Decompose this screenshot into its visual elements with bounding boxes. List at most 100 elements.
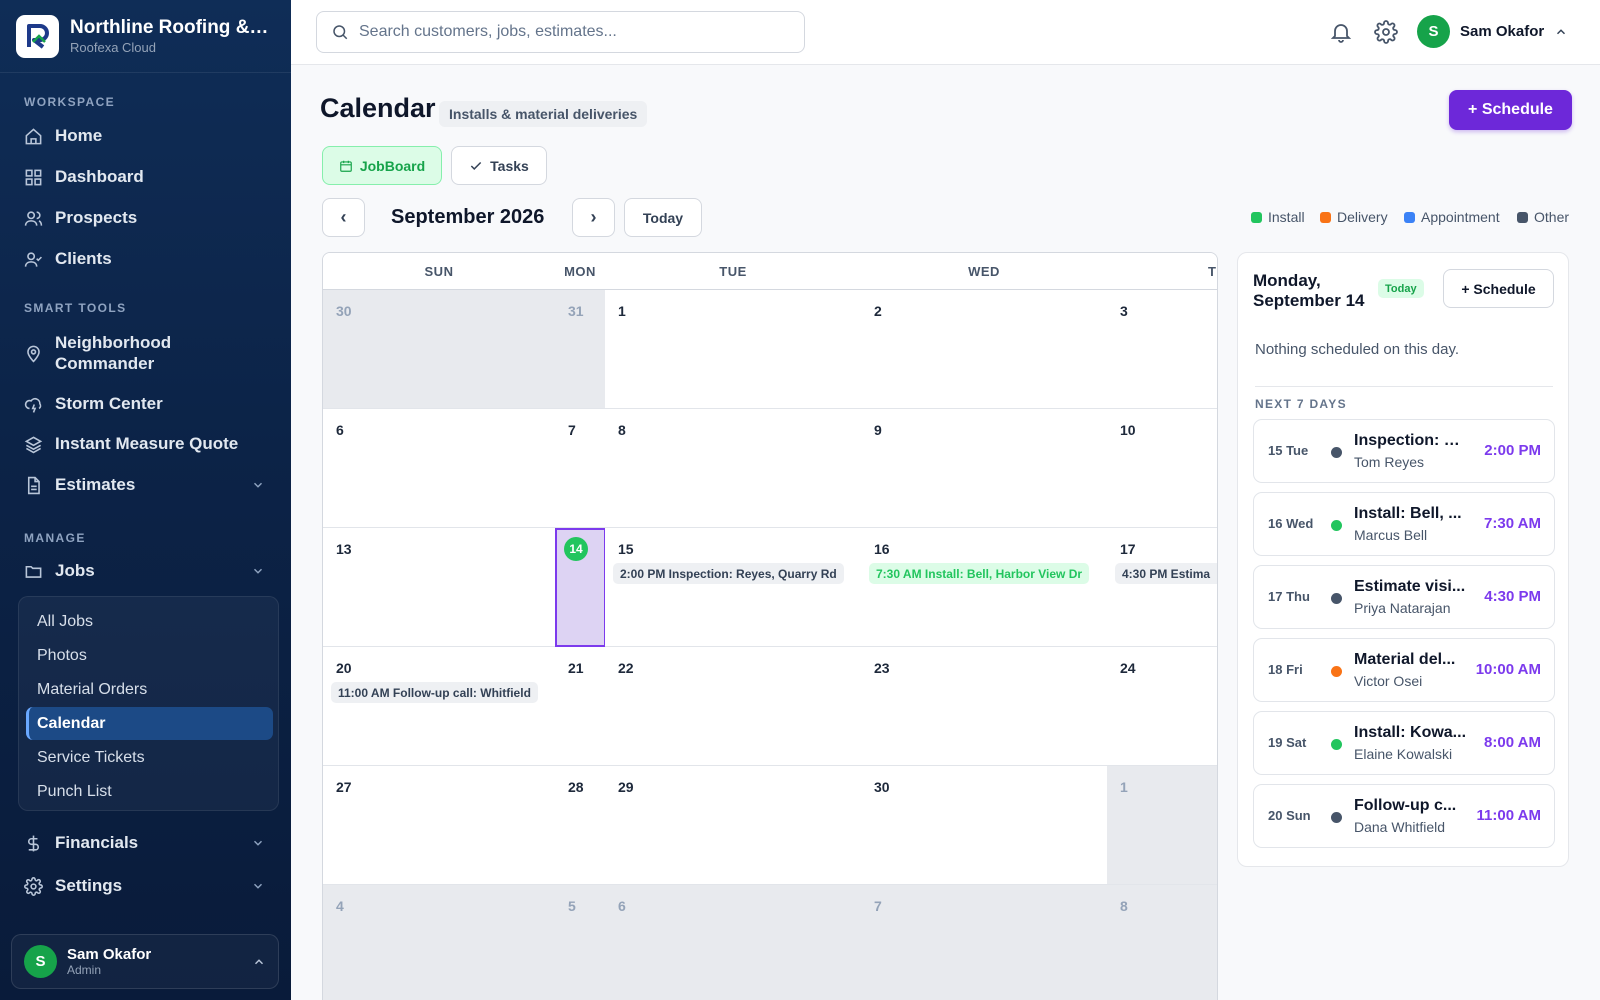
day-cell[interactable]: 7 xyxy=(555,409,606,528)
day-cell[interactable]: 22 xyxy=(605,647,862,766)
upcoming-day: 16 Wed xyxy=(1268,516,1314,531)
chevron-up-icon xyxy=(1557,28,1566,34)
upcoming-item[interactable]: 18 Fri Material del... Victor Osei 10:00… xyxy=(1253,638,1555,702)
submenu-item-service-tickets[interactable]: Service Tickets xyxy=(26,741,273,774)
submenu-item-material-orders[interactable]: Material Orders xyxy=(26,673,273,706)
day-cell[interactable]: 27 xyxy=(323,766,556,885)
day-cell[interactable]: 23 xyxy=(861,647,1108,766)
day-number: 16 xyxy=(874,541,890,557)
upcoming-time: 8:00 AM xyxy=(1484,734,1541,751)
sidebar-item-label: Estimates xyxy=(55,475,136,494)
sidebar-item-label: Dashboard xyxy=(55,167,144,186)
day-cell[interactable]: 16 7:30 AM Install: Bell, Harbor View Dr xyxy=(861,528,1108,647)
upcoming-item[interactable]: 20 Sun Follow-up c... Dana Whitfield 11:… xyxy=(1253,784,1555,848)
legend-appointment: Appointment xyxy=(1404,209,1500,225)
page-subtitle: Installs & material deliveries xyxy=(439,101,648,127)
upcoming-item[interactable]: 17 Thu Estimate visi... Priya Natarajan … xyxy=(1253,565,1555,629)
month-label: September 2026 xyxy=(391,206,545,228)
day-cell[interactable]: 29 xyxy=(605,766,862,885)
sidebar-item-jobs[interactable]: Jobs xyxy=(0,559,291,583)
submenu-item-all-jobs[interactable]: All Jobs xyxy=(26,605,273,638)
user-role: Admin xyxy=(67,963,102,977)
calendar-event[interactable]: 7:30 AM Install: Bell, Harbor View Dr xyxy=(869,563,1090,584)
day-cell[interactable]: 1 xyxy=(605,290,862,409)
day-cell[interactable]: 30 xyxy=(861,766,1108,885)
calendar-event[interactable]: 11:00 AM Follow-up call: Whitfield xyxy=(331,682,538,703)
sidebar-item-dashboard[interactable]: Dashboard xyxy=(0,165,291,189)
section-smart-tools: SMART TOOLS xyxy=(24,301,127,315)
submenu-item-photos[interactable]: Photos xyxy=(26,639,273,672)
prev-month-button[interactable]: ‹ xyxy=(322,198,365,237)
day-cell[interactable]: 8 xyxy=(605,409,862,528)
day-cell[interactable]: 4 xyxy=(323,885,556,1000)
status-badge: Today xyxy=(1378,279,1424,298)
sidebar-item-financials[interactable]: Financials xyxy=(0,831,291,855)
day-number: 21 xyxy=(568,660,584,676)
day-cell[interactable]: 6 xyxy=(605,885,862,1000)
day-cell-today[interactable]: 14 xyxy=(555,528,606,647)
submenu-item-punch-list[interactable]: Punch List xyxy=(26,775,273,808)
legend-swatch xyxy=(1517,211,1528,223)
panel-schedule-button[interactable]: + Schedule xyxy=(1443,269,1554,308)
day-cell[interactable]: 10 xyxy=(1107,409,1217,528)
sidebar-item-prospects[interactable]: Prospects xyxy=(0,206,291,230)
user-name: Sam Okafor xyxy=(67,946,152,963)
tab-jobboard[interactable]: JobBoard xyxy=(322,146,442,185)
day-number: 6 xyxy=(618,898,626,914)
sidebar-item-clients[interactable]: Clients xyxy=(0,247,291,271)
day-cell[interactable]: 30 xyxy=(323,290,556,409)
day-cell[interactable]: 6 xyxy=(323,409,556,528)
home-icon xyxy=(25,127,42,144)
day-cell[interactable]: 28 xyxy=(555,766,606,885)
day-cell[interactable]: 15 2:00 PM Inspection: Reyes, Quarry Rd xyxy=(605,528,862,647)
tab-tasks[interactable]: Tasks xyxy=(451,146,547,185)
day-cell[interactable]: 9 xyxy=(861,409,1108,528)
day-cell[interactable]: 1 xyxy=(1107,766,1217,885)
day-cell[interactable]: 13 xyxy=(323,528,556,647)
sidebar-item-neighborhood-commander[interactable]: Neighborhood Commander xyxy=(0,331,291,375)
day-cell[interactable]: 20 11:00 AM Follow-up call: Whitfield xyxy=(323,647,556,766)
empty-state-text: Nothing scheduled on this day. xyxy=(1255,341,1460,358)
sidebar-item-settings[interactable]: Settings xyxy=(0,874,291,898)
sidebar-item-label: Financials xyxy=(55,833,139,852)
sidebar-item-storm-center[interactable]: Storm Center xyxy=(0,392,291,416)
today-button[interactable]: Today xyxy=(624,198,702,237)
next-month-button[interactable]: › xyxy=(572,198,615,237)
gear-icon[interactable] xyxy=(1374,20,1398,44)
upcoming-item[interactable]: 16 Wed Install: Bell, ... Marcus Bell 7:… xyxy=(1253,492,1555,556)
day-cell[interactable]: 2 xyxy=(861,290,1108,409)
divider xyxy=(1255,386,1553,387)
sidebar-item-instant-measure-quote[interactable]: Instant Measure Quote xyxy=(0,432,291,456)
day-number: 8 xyxy=(618,422,626,438)
event-type-dot xyxy=(1331,520,1342,531)
search-box[interactable] xyxy=(316,11,805,53)
sidebar-item-estimates[interactable]: Estimates xyxy=(0,473,291,497)
day-cell[interactable]: 3 xyxy=(1107,290,1217,409)
day-number: 1 xyxy=(1120,779,1128,795)
day-number: 7 xyxy=(874,898,882,914)
sidebar-user-menu[interactable]: S Sam Okafor Admin xyxy=(11,934,279,989)
sidebar-item-home[interactable]: Home xyxy=(0,124,291,148)
map-pin-icon xyxy=(27,345,40,363)
avatar: S xyxy=(1417,15,1450,48)
calendar-event[interactable]: 4:30 PM Estima xyxy=(1115,563,1217,584)
day-cell[interactable]: 7 xyxy=(861,885,1108,1000)
calendar-icon xyxy=(339,160,352,172)
day-cell[interactable]: 8 xyxy=(1107,885,1217,1000)
user-menu[interactable]: S Sam Okafor xyxy=(1417,15,1568,48)
upcoming-client: Victor Osei xyxy=(1354,673,1423,689)
day-cell[interactable]: 21 xyxy=(555,647,606,766)
legend-swatch xyxy=(1320,211,1331,223)
upcoming-item[interactable]: 19 Sat Install: Kowa... Elaine Kowalski … xyxy=(1253,711,1555,775)
brand-header[interactable]: Northline Roofing & Ex... Roofexa Cloud xyxy=(0,0,291,73)
bell-icon[interactable] xyxy=(1329,20,1353,44)
day-cell[interactable]: 5 xyxy=(555,885,606,1000)
day-cell[interactable]: 31 xyxy=(555,290,606,409)
day-cell[interactable]: 24 xyxy=(1107,647,1217,766)
submenu-item-calendar[interactable]: Calendar xyxy=(26,707,273,740)
upcoming-item[interactable]: 15 Tue Inspection: R... Tom Reyes 2:00 P… xyxy=(1253,419,1555,483)
search-input[interactable] xyxy=(359,23,779,41)
calendar-event[interactable]: 2:00 PM Inspection: Reyes, Quarry Rd xyxy=(613,563,844,584)
schedule-button[interactable]: + Schedule xyxy=(1449,90,1572,130)
day-cell[interactable]: 17 4:30 PM Estima xyxy=(1107,528,1217,647)
